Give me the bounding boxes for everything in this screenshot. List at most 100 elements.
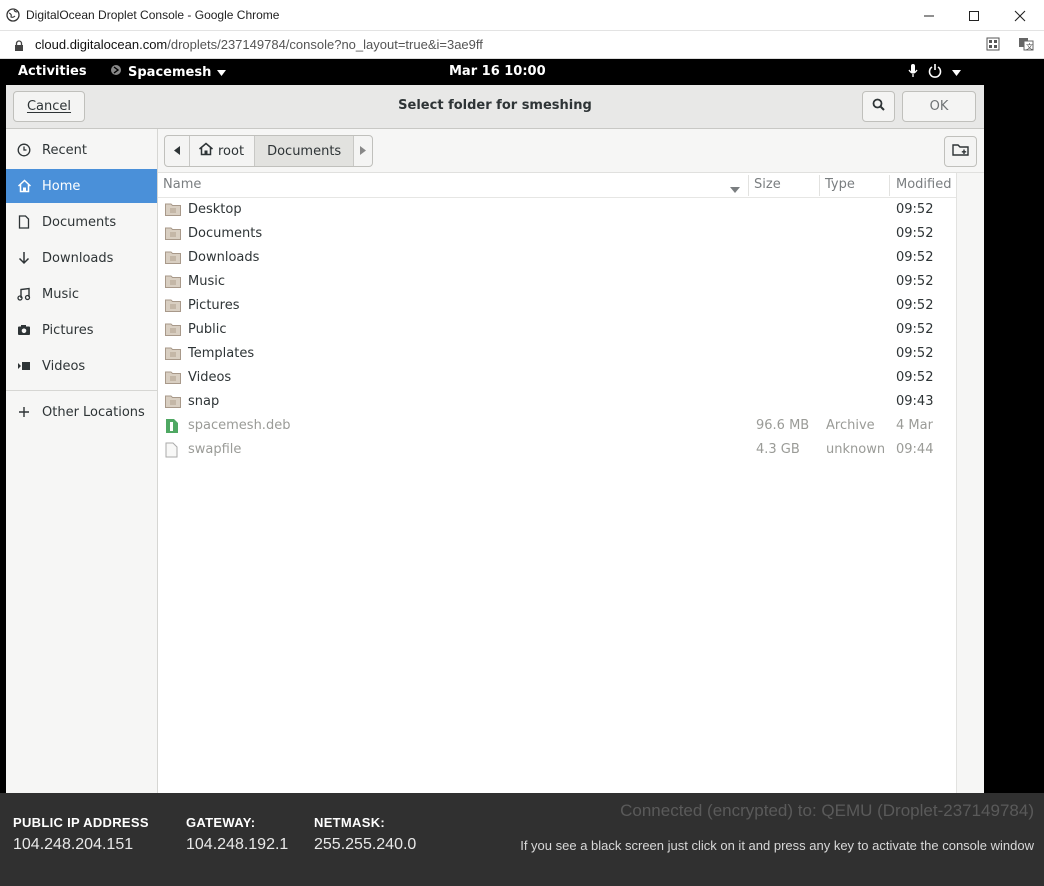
file-size: 4.3 GB [756, 442, 800, 457]
column-header-modified[interactable]: Modified [896, 177, 951, 192]
maximize-button[interactable] [951, 0, 997, 31]
file-modified: 09:52 [896, 250, 934, 265]
file-row[interactable]: Desktop 09:52 [158, 198, 956, 222]
column-header-row: Name Size Type Modified [158, 173, 956, 198]
plus-icon [6, 406, 42, 418]
sort-descending-icon[interactable] [730, 182, 740, 197]
file-modified: 09:52 [896, 298, 934, 313]
path-segment-root[interactable]: root [190, 136, 256, 166]
folder-icon [165, 298, 181, 316]
file-modified: 09:52 [896, 226, 934, 241]
sidebar-item-pictures[interactable]: Pictures [6, 313, 157, 347]
file-modified: 09:52 [896, 346, 934, 361]
new-folder-button[interactable] [944, 136, 977, 167]
ip-value: 104.248.204.151 [13, 836, 134, 853]
minimize-button[interactable] [906, 0, 952, 31]
lock-icon [14, 39, 24, 57]
ip-label: PUBLIC IP ADDRESS [13, 815, 149, 830]
sidebar-item-label: Videos [42, 358, 86, 374]
file-modified: 09:43 [896, 394, 934, 409]
home-icon [198, 142, 214, 160]
globe-icon [6, 8, 20, 27]
file-row[interactable]: Pictures 09:52 [158, 294, 956, 318]
netmask-label: NETMASK: [314, 815, 386, 830]
window-title: DigitalOcean Droplet Console - Google Ch… [26, 8, 280, 22]
file-row[interactable]: Downloads 09:52 [158, 246, 956, 270]
file-row[interactable]: spacemesh.deb 96.6 MB Archive 4 Mar [158, 414, 956, 438]
activities-button[interactable]: Activities [18, 64, 87, 79]
column-header-size[interactable]: Size [754, 177, 781, 192]
translate-icon[interactable]: 文 [1018, 37, 1034, 56]
path-segment-documents[interactable]: Documents [255, 136, 355, 166]
gateway-label: GATEWAY: [186, 815, 256, 830]
file-row[interactable]: Videos 09:52 [158, 366, 956, 390]
sidebar-item-label: Music [42, 286, 79, 302]
ok-button[interactable]: OK [902, 91, 976, 122]
extension-icon[interactable] [986, 37, 1000, 56]
sidebar-item-downloads[interactable]: Downloads [6, 241, 157, 275]
system-menu[interactable] [908, 63, 961, 82]
file-row[interactable]: Public 09:52 [158, 318, 956, 342]
sidebar-item-home[interactable]: Home [6, 169, 157, 203]
file-row[interactable]: swapfile 4.3 GB unknown 09:44 [158, 438, 956, 462]
file-name: Music [188, 274, 225, 289]
archive-icon [165, 418, 179, 438]
gateway-value: 104.248.192.1 [186, 836, 289, 853]
music-icon [6, 287, 42, 301]
sidebar-item-label: Pictures [42, 322, 94, 338]
sidebar-item-music[interactable]: Music [6, 277, 157, 311]
file-row[interactable]: Templates 09:52 [158, 342, 956, 366]
file-row[interactable]: Documents 09:52 [158, 222, 956, 246]
file-row[interactable]: Music 09:52 [158, 270, 956, 294]
connection-status: Connected (encrypted) to: QEMU (Droplet-… [620, 801, 1034, 820]
file-icon [165, 442, 178, 462]
clock-icon [6, 143, 42, 157]
file-name: Downloads [188, 250, 260, 265]
home-icon [6, 179, 42, 193]
places-sidebar: Recent Home Documents Downloads Music Pi… [6, 129, 158, 793]
file-name: snap [188, 394, 220, 409]
path-forward-button[interactable] [354, 136, 372, 166]
sidebar-item-recent[interactable]: Recent [6, 133, 157, 167]
gnome-top-bar: Activities Spacemesh Mar 16 10:00 [6, 59, 984, 85]
ok-label: OK [929, 99, 949, 114]
folder-icon [165, 394, 181, 412]
sidebar-item-label: Downloads [42, 250, 114, 266]
folder-icon [165, 250, 181, 268]
file-modified: 4 Mar [896, 418, 933, 433]
file-modified: 09:52 [896, 202, 934, 217]
sidebar-item-documents[interactable]: Documents [6, 205, 157, 239]
camera-icon [6, 324, 42, 336]
app-menu[interactable]: Spacemesh [110, 64, 227, 80]
console-background [984, 59, 1044, 793]
file-browser: root Documents Name Size Type Modified D… [158, 129, 984, 793]
path-back-button[interactable] [165, 136, 190, 166]
file-size: 96.6 MB [756, 418, 810, 433]
scrollbar-track[interactable] [956, 173, 984, 793]
file-modified: 09:44 [896, 442, 934, 457]
file-modified: 09:52 [896, 322, 934, 337]
column-header-name[interactable]: Name [163, 177, 201, 192]
url-text[interactable]: cloud.digitalocean.com/droplets/23714978… [35, 37, 483, 52]
file-name: Public [188, 322, 227, 337]
folder-icon [165, 370, 181, 388]
folder-icon [165, 322, 181, 340]
breadcrumb: root Documents [164, 135, 374, 167]
clock[interactable]: Mar 16 10:00 [449, 64, 546, 79]
file-name: swapfile [188, 442, 242, 457]
sidebar-item-other-locations[interactable]: Other Locations [6, 395, 157, 429]
file-row[interactable]: snap 09:43 [158, 390, 956, 414]
file-name: Documents [188, 226, 263, 241]
sidebar-item-label: Home [42, 178, 81, 194]
path-segment-label: root [218, 143, 245, 159]
close-window-button[interactable] [997, 0, 1043, 31]
address-bar[interactable]: cloud.digitalocean.com/droplets/23714978… [0, 31, 1044, 59]
sidebar-item-videos[interactable]: Videos [6, 349, 157, 383]
download-icon [6, 251, 42, 265]
chevron-right-icon [360, 144, 367, 159]
file-modified: 09:52 [896, 274, 934, 289]
search-button[interactable] [862, 91, 895, 122]
path-bar: root Documents [158, 129, 984, 173]
column-header-type[interactable]: Type [825, 177, 855, 192]
sidebar-item-label: Other Locations [42, 404, 145, 420]
